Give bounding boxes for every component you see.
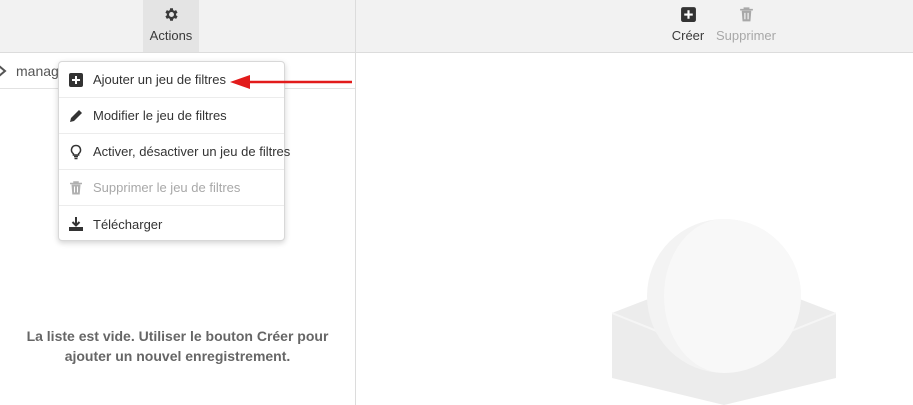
menu-item-label: Supprimer le jeu de filtres <box>93 180 241 195</box>
lightbulb-icon <box>70 144 82 159</box>
menu-item-edit-filter-set[interactable]: Modifier le jeu de filtres <box>59 98 284 134</box>
delete-label: Supprimer <box>716 28 776 43</box>
delete-button: Supprimer <box>714 0 778 52</box>
menu-item-label: Modifier le jeu de filtres <box>93 108 227 123</box>
empty-message-line-2: ajouter un nouvel enregistrement. <box>64 348 291 364</box>
empty-list-message: La liste est vide. Utiliser le bouton Cr… <box>0 326 355 366</box>
menu-item-label: Ajouter un jeu de filtres <box>93 72 226 87</box>
menu-item-delete-filter-set: Supprimer le jeu de filtres <box>59 170 284 206</box>
menu-item-toggle-filter-set[interactable]: Activer, désactiver un jeu de filtres <box>59 134 290 170</box>
plus-square-icon <box>69 72 83 87</box>
gear-icon <box>164 8 178 21</box>
empty-message-line-1: La liste est vide. Utiliser le bouton Cr… <box>26 328 329 344</box>
menu-item-label: Activer, désactiver un jeu de filtres <box>93 144 291 159</box>
chevron-right-icon <box>0 65 7 76</box>
trash-icon <box>739 7 753 22</box>
left-toolbar: Actions <box>0 0 355 53</box>
actions-button[interactable]: Actions <box>143 0 199 52</box>
pencil-icon <box>70 109 82 122</box>
create-button[interactable]: Créer <box>668 0 708 52</box>
detail-pane: Créer Supprimer <box>356 0 913 405</box>
trash-icon <box>70 180 82 194</box>
right-toolbar: Créer Supprimer <box>356 0 913 53</box>
folder-label: manag <box>16 62 59 79</box>
empty-state-illustration <box>612 219 836 405</box>
plus-square-icon <box>680 7 696 22</box>
actions-label: Actions <box>149 28 193 43</box>
annotation-arrow <box>230 75 352 89</box>
menu-item-label: Télécharger <box>93 216 163 232</box>
menu-item-download[interactable]: Télécharger <box>59 206 284 242</box>
download-icon <box>69 217 83 231</box>
create-label: Créer <box>671 28 705 43</box>
